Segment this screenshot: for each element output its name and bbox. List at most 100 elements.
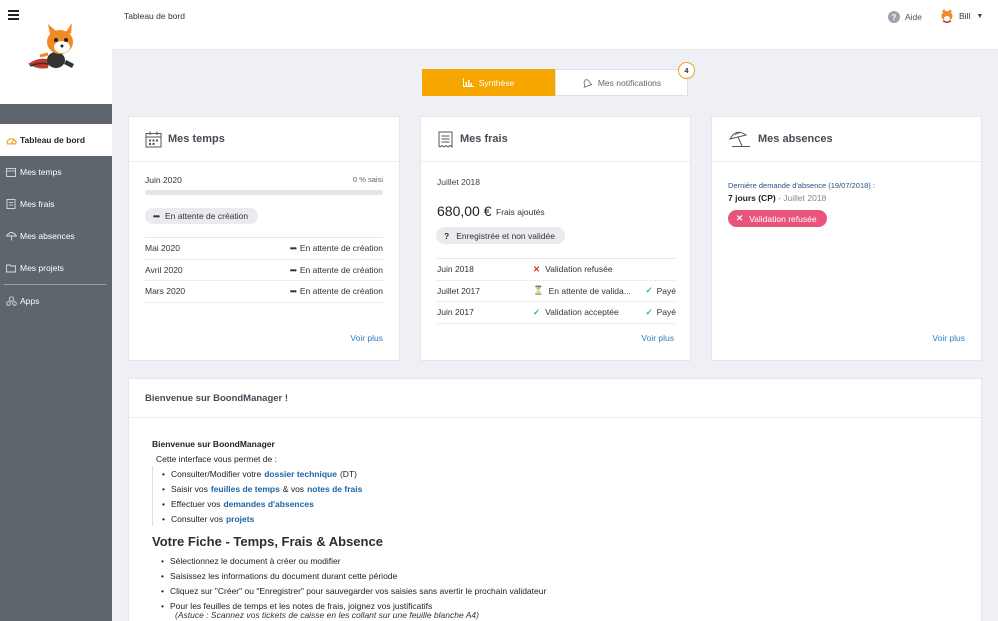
user-menu[interactable]: Bill ▼ <box>940 9 983 23</box>
list-item: Saisir vos feuilles de temps & vos notes… <box>157 481 546 496</box>
frais-history: Juin 2018 ✕ Validation refusée Juillet 20… <box>437 258 676 324</box>
voir-plus-link[interactable]: Voir plus <box>350 333 383 343</box>
sidebar-item-frais[interactable]: Mes frais <box>0 188 112 220</box>
row-month: Juin 2017 <box>437 307 474 318</box>
list-text: Consulter/Modifier votre <box>170 468 262 479</box>
welcome-body: Bienvenue sur BoondManager Cette interfa… <box>152 439 546 620</box>
ellipsis-icon: ••• <box>153 211 160 221</box>
cross-icon: ✕ <box>533 263 541 274</box>
tab-synthese[interactable]: Synthèse <box>422 69 555 96</box>
page-title: Tableau de bord <box>124 11 185 21</box>
sidebar-item-absences[interactable]: Mes absences <box>0 220 112 252</box>
dashboard-icon <box>5 134 17 146</box>
row-status: ••• En attente de création <box>290 286 383 296</box>
calendar-icon <box>145 131 162 148</box>
sidebar-item-label: Apps <box>20 296 40 306</box>
paid-status: ✓ Payé <box>646 307 677 318</box>
calendar-icon <box>5 166 17 178</box>
list-item: Effectuer vos demandes d'absences <box>157 496 546 511</box>
row-month: Avril 2020 <box>145 264 183 275</box>
row-status: ⏳ En attente de valida... <box>533 285 633 296</box>
absences-card: Mes absences Dernière demande d'absence … <box>711 116 982 361</box>
temps-card: Mes temps Juin 2020 0 % saisi ••• En att… <box>128 116 400 361</box>
welcome-allows: Cette interface vous permet de : <box>156 454 277 464</box>
list-item: Sélectionnez le document à créer ou modi… <box>156 553 546 568</box>
last-request-label: Dernière demande d'absence (19/07/2018) … <box>728 181 875 190</box>
list-item: Consulter vos projets <box>157 511 546 526</box>
welcome-card: Bienvenue sur BoondManager ! Bienvenue s… <box>128 378 982 621</box>
paid-status: ✓ Payé <box>646 285 677 296</box>
feuilles-de-temps-link[interactable]: feuilles de temps <box>211 484 280 494</box>
dossier-technique-link[interactable]: dossier technique <box>264 469 337 479</box>
list-item: Saisissez les informations du document d… <box>156 568 546 583</box>
card-title: Mes temps <box>168 133 225 145</box>
hourglass-icon: ⏳ <box>533 285 544 296</box>
instructions-list: Sélectionnez le document à créer ou modi… <box>152 553 546 613</box>
demandes-absences-link[interactable]: demandes d'absences <box>223 499 313 509</box>
card-header: Mes temps <box>129 117 399 162</box>
list-text: Effectuer vos <box>170 498 221 509</box>
section-heading: Votre Fiche - Temps, Frais & Absence <box>152 534 383 549</box>
top-bar: Tableau de bord ? Aide Bill ▼ <box>112 0 998 50</box>
card-title: Mes frais <box>460 133 508 145</box>
list-item[interactable]: Juin 2018 ✕ Validation refusée <box>437 259 676 281</box>
list-item[interactable]: Juillet 2017 ⏳ En attente de valida... ✓ P… <box>437 281 677 302</box>
progress-bar <box>145 190 383 195</box>
avatar <box>940 9 954 23</box>
current-month: Juin 2020 <box>145 175 182 185</box>
sidebar-item-apps[interactable]: Apps <box>0 285 112 317</box>
sidebar-item-temps[interactable]: Mes temps <box>0 156 112 188</box>
card-header: Mes absences <box>712 117 981 162</box>
chart-icon <box>462 78 474 87</box>
list-item[interactable]: Avril 2020 ••• En attente de création <box>145 260 383 281</box>
voir-plus-link[interactable]: Voir plus <box>641 333 674 343</box>
row-month: Juin 2018 <box>437 264 474 275</box>
row-month: Mars 2020 <box>145 286 186 297</box>
card-header: Mes frais <box>421 117 690 162</box>
menu-icon[interactable] <box>8 10 19 22</box>
row-status: ✓ Validation acceptée <box>533 307 633 318</box>
question-icon: ? <box>444 230 450 241</box>
help-link[interactable]: ? Aide <box>888 11 922 23</box>
list-item[interactable]: Mars 2020 ••• En attente de création <box>145 281 383 303</box>
expense-amount-label: Frais ajoutés <box>496 207 545 217</box>
ellipsis-icon: ••• <box>289 243 297 254</box>
row-status-label: En attente de création <box>299 264 383 275</box>
sidebar: Tableau de bord Mes temps Mes frais Mes … <box>0 0 112 621</box>
notification-count-badge: 4 <box>678 62 695 79</box>
ellipsis-icon: ••• <box>289 286 297 297</box>
list-item[interactable]: Juin 2017 ✓ Validation acceptée ✓ Payé <box>437 302 676 324</box>
tab-label: Mes notifications <box>597 77 662 88</box>
projets-link[interactable]: projets <box>226 514 254 524</box>
voir-plus-link[interactable]: Voir plus <box>932 333 965 343</box>
sidebar-item-label: Mes projets <box>20 263 64 273</box>
check-icon: ✓ <box>645 306 653 317</box>
row-month: Juillet 2017 <box>437 285 481 296</box>
apps-icon <box>5 295 17 307</box>
status-badge: ✕ Validation refusée <box>728 210 827 227</box>
frais-card: Mes frais Juillet 2018 680,00 € Frais aj… <box>420 116 691 361</box>
percent-entered: 0 % saisi <box>352 175 383 184</box>
list-item[interactable]: Mai 2020 ••• En attente de création <box>145 238 383 260</box>
sidebar-item-dashboard[interactable]: Tableau de bord <box>0 124 112 156</box>
expense-amount: 680,00 € <box>437 203 492 219</box>
list-item: Cliquez sur "Créer" ou "Enregistrer" pou… <box>156 583 546 598</box>
temps-history: Mai 2020 ••• En attente de création Avril… <box>145 237 383 303</box>
feature-list: Consulter/Modifier votre dossier techniq… <box>152 466 546 526</box>
current-month: Juillet 2018 <box>437 177 481 187</box>
sidebar-item-projets[interactable]: Mes projets <box>0 252 112 284</box>
row-status-label: Validation acceptée <box>545 307 619 318</box>
row-status: ✕ Validation refusée <box>533 264 633 275</box>
tab-notifications[interactable]: Mes notifications 4 <box>555 62 695 96</box>
notes-de-frais-link[interactable]: notes de frais <box>307 484 362 494</box>
row-status: ••• En attente de création <box>290 243 383 253</box>
status-badge: ••• En attente de création <box>145 208 259 224</box>
help-label: Aide <box>905 12 923 22</box>
row-status-label: En attente de valida... <box>548 285 631 296</box>
status-badge: ? Enregistrée et non validée <box>436 227 565 244</box>
umbrella-icon <box>5 230 17 242</box>
question-icon: ? <box>888 11 900 23</box>
sidebar-item-label: Mes temps <box>20 167 62 177</box>
sidebar-item-label: Tableau de bord <box>20 135 86 145</box>
paid-label: Payé <box>656 285 676 296</box>
